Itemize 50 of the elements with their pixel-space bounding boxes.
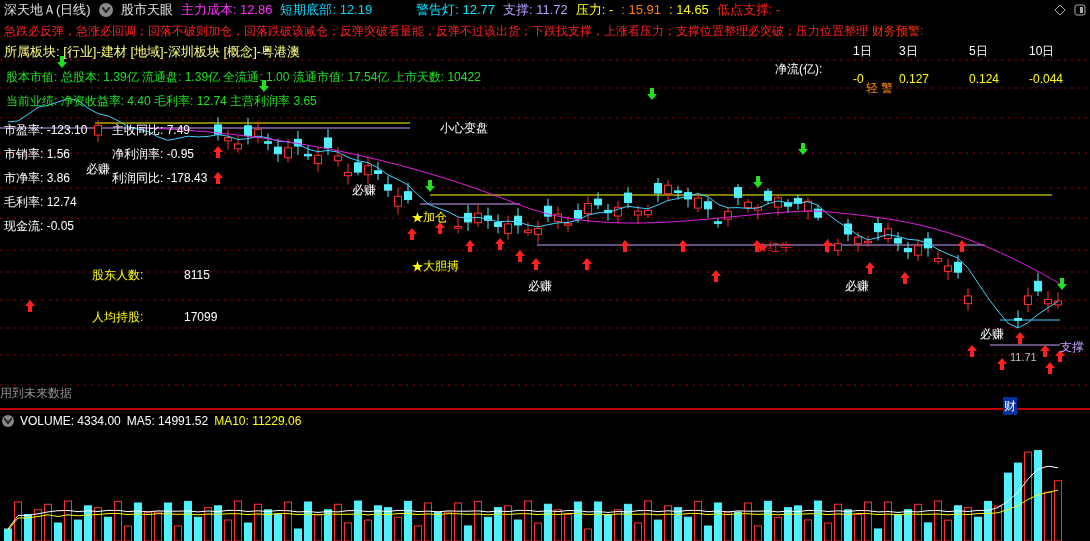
net-flow-value: -0.044 — [1029, 71, 1065, 88]
chart-title: 深天地Ａ(日线) — [4, 1, 91, 20]
indicator-value: 主力成本: 12.86 — [180, 1, 273, 20]
column-header: 5日 — [969, 43, 989, 60]
ratio-text: 市盈率: -123.10 — [4, 122, 88, 139]
indicator-value: : 15.91 — [621, 1, 662, 20]
column-header: 3日 — [899, 43, 919, 60]
indicator-value: 短期底部: 12.19 — [280, 1, 373, 20]
warning-text: 急跌必反弹，急涨必回调；回落不破则加仓，回落跌破该减仓；反弹突破看量能，反弹不过该出货；下跌找支撑，上涨看压力；支撑位置整理必突破；压力位置整理 — [4, 23, 868, 40]
warning-label: 财务预警: — [872, 23, 924, 40]
finance-badge[interactable]: 财 — [1003, 397, 1017, 415]
chart-annotation: 小心变盘 — [440, 120, 488, 137]
net-flow-label: 净流(亿): — [775, 61, 824, 78]
share-info-text: 股本市值: 总股本: 1.39亿 流通盘: 1.39亿 全流通: 1.00 流通市值: 17.54亿 上市天数: 10422 — [6, 69, 481, 86]
signal-label: 红牛 — [768, 239, 792, 256]
chart-annotation: 必赚 — [528, 278, 552, 295]
growth-text: 净利润率: -0.95 — [112, 146, 196, 163]
indicator-value: 压力: - — [575, 1, 614, 20]
chart-annotation: 必赚 — [352, 182, 376, 199]
chart-annotation: 必赚 — [845, 278, 869, 295]
holder-label: 股东人数: — [92, 267, 145, 284]
indicator-value: : 14.65 — [669, 1, 709, 20]
ratio-text: 毛利率: 12.74 — [4, 194, 78, 211]
growth-text: 利润同比: -178.43 — [112, 170, 208, 187]
future-data-note: 用到未来数据 — [0, 385, 72, 402]
column-header: 10日 — [1029, 43, 1056, 60]
volume-ma5: MA5: 14991.52 — [126, 413, 209, 430]
indicator-value: 警告灯: 12.77 — [416, 1, 495, 20]
signal-label: 加仓 — [423, 209, 447, 226]
ratio-text: 市净率: 3.86 — [4, 170, 72, 187]
net-flow-value: 0.124 — [969, 71, 1001, 88]
net-flow-value: 0.127 — [899, 71, 931, 88]
holder-value: 8115 — [184, 267, 210, 284]
indicator-name: 股市天眼 — [120, 1, 173, 20]
chart-annotation: 必赚 — [980, 326, 1004, 343]
indicator-value: 支撑: 11.72 — [502, 1, 568, 20]
holder-value: 17099 — [184, 309, 218, 326]
price-label: 11.71 — [1010, 350, 1037, 365]
volume-value: VOLUME: 4334.00 — [20, 413, 121, 430]
volume-ma10: MA10: 11229.06 — [214, 413, 302, 430]
signal-label: 大胆搏 — [423, 258, 459, 275]
indicator-value: 低点支撑: - — [716, 1, 781, 20]
ratio-text: 现金流: -0.05 — [4, 218, 76, 235]
ratio-text: 市销率: 1.56 — [4, 146, 72, 163]
support-label: 支撑 — [1060, 339, 1084, 356]
chart-annotation: 必赚 — [86, 161, 110, 178]
column-header: 1日 — [853, 43, 873, 60]
alert-label: 轻 警 — [866, 80, 894, 97]
sector-text: 所属板块: [行业]-建材 [地域]-深圳板块 [概念]-粤港澳 — [4, 43, 301, 62]
holder-label: 人均持股: — [92, 309, 145, 326]
